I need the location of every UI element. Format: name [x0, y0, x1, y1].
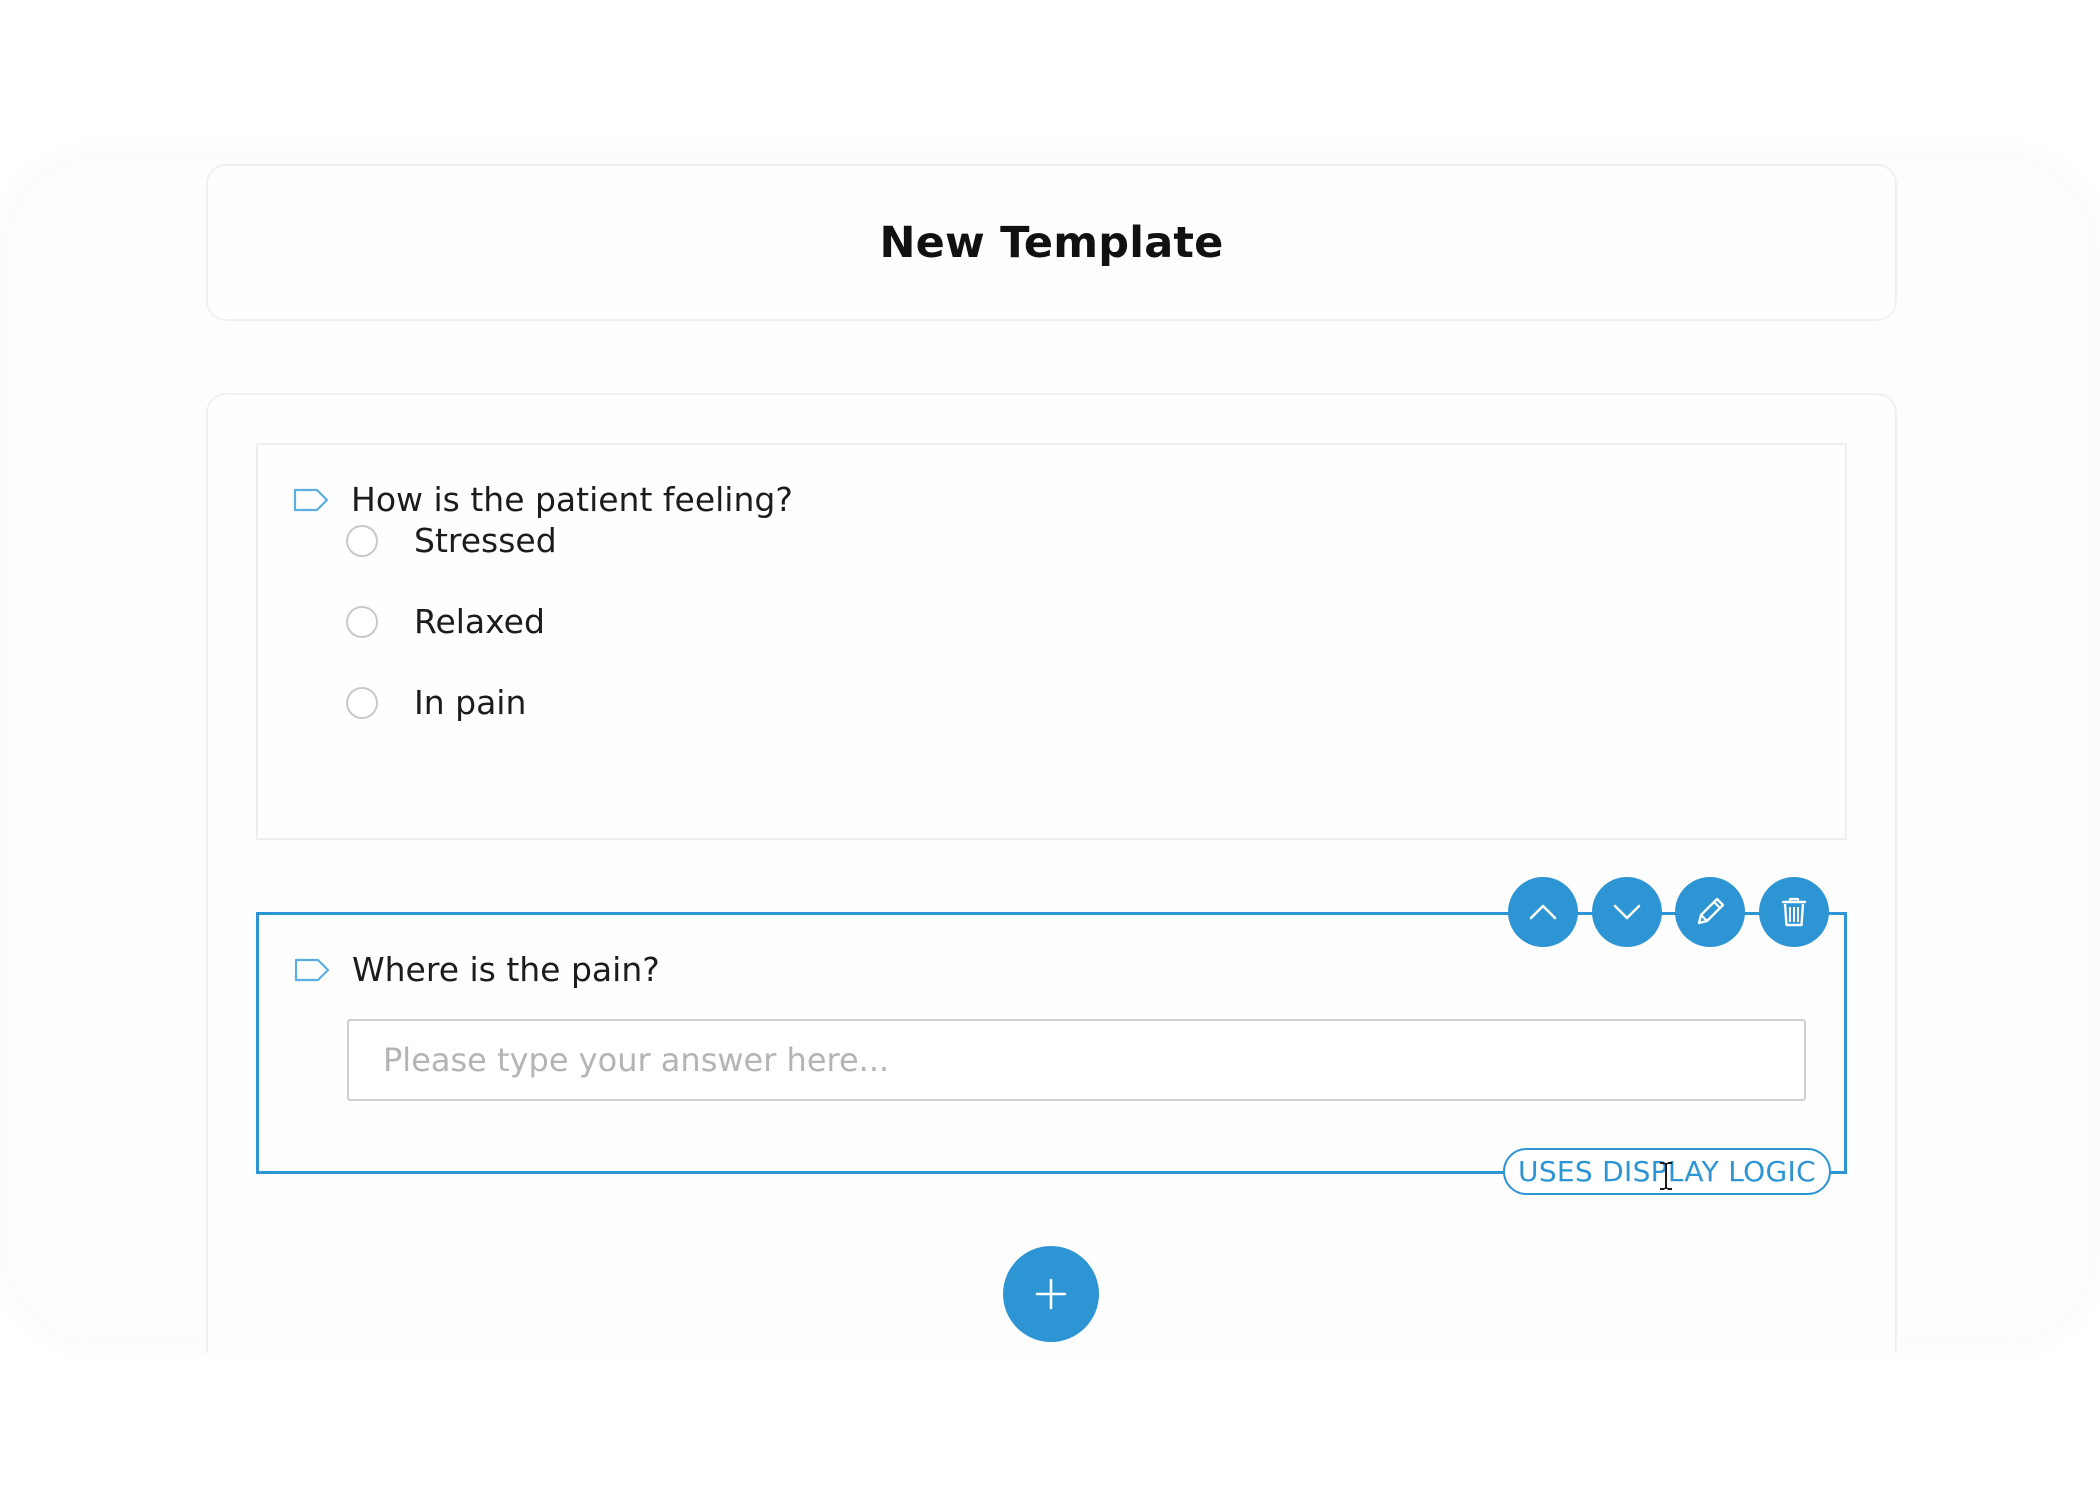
- question-block-feeling[interactable]: How is the patient feeling? Stressed Rel…: [256, 443, 1847, 840]
- title-card: New Template: [206, 164, 1897, 321]
- page-title: New Template: [879, 217, 1224, 268]
- add-question-button[interactable]: [1003, 1246, 1099, 1342]
- question-header: Where is the pain?: [294, 950, 660, 989]
- radio-option-stressed[interactable]: Stressed: [346, 521, 557, 560]
- chevron-up-icon: [1529, 904, 1557, 920]
- question-label: How is the patient feeling?: [351, 480, 793, 519]
- edit-button[interactable]: [1675, 877, 1745, 947]
- radio-option-label: Stressed: [414, 521, 557, 560]
- move-up-button[interactable]: [1508, 877, 1578, 947]
- question-header: How is the patient feeling?: [293, 480, 793, 519]
- radio-option-label: In pain: [414, 683, 527, 722]
- radio-button[interactable]: [346, 686, 378, 719]
- answer-text-input[interactable]: [347, 1019, 1806, 1101]
- page-canvas: New Template How is the patient feeling?…: [0, 0, 2100, 1500]
- tag-icon: [293, 488, 329, 511]
- radio-button[interactable]: [346, 605, 378, 638]
- delete-button[interactable]: [1759, 877, 1829, 947]
- plus-icon: [1035, 1278, 1067, 1310]
- move-down-button[interactable]: [1592, 877, 1662, 947]
- chevron-down-icon: [1613, 904, 1641, 920]
- text-cursor-icon: [1660, 1162, 1672, 1190]
- pencil-icon: [1697, 897, 1725, 925]
- radio-option-label: Relaxed: [414, 602, 545, 641]
- trash-icon: [1781, 897, 1807, 927]
- radio-option-in-pain[interactable]: In pain: [346, 683, 526, 722]
- tag-icon: [294, 958, 330, 981]
- question-block-pain-location[interactable]: Where is the pain?: [256, 912, 1847, 1174]
- radio-button[interactable]: [346, 524, 378, 557]
- radio-option-relaxed[interactable]: Relaxed: [346, 602, 545, 641]
- question-label: Where is the pain?: [352, 950, 660, 989]
